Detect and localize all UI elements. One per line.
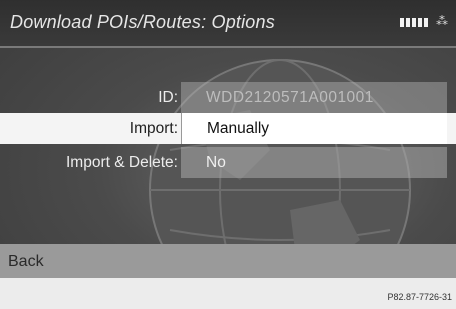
footer: P82.87-7726-31 — [0, 278, 456, 309]
connection-icon: ⁂ — [436, 14, 448, 28]
id-row: ID: WDD2120571A001001 — [0, 82, 456, 113]
import-delete-value[interactable]: No — [181, 147, 447, 178]
import-delete-row[interactable]: Import & Delete: No — [0, 147, 456, 178]
page-title: Download POIs/Routes: Options — [10, 12, 275, 32]
back-button[interactable]: Back — [0, 244, 456, 278]
import-row[interactable]: Import: Manually — [0, 113, 456, 144]
figure-reference: P82.87-7726-31 — [387, 292, 452, 302]
signal-strength-icon — [400, 18, 428, 27]
import-label: Import: — [129, 120, 178, 137]
import-delete-label: Import & Delete: — [66, 154, 178, 171]
options-screen: Download POIs/Routes: Options ⁂ ID: WDD2… — [0, 0, 456, 309]
id-value: WDD2120571A001001 — [181, 82, 447, 113]
import-value[interactable]: Manually — [181, 113, 447, 144]
id-label: ID: — [158, 89, 178, 106]
title-bar: Download POIs/Routes: Options ⁂ — [0, 0, 456, 48]
back-label: Back — [8, 253, 44, 270]
